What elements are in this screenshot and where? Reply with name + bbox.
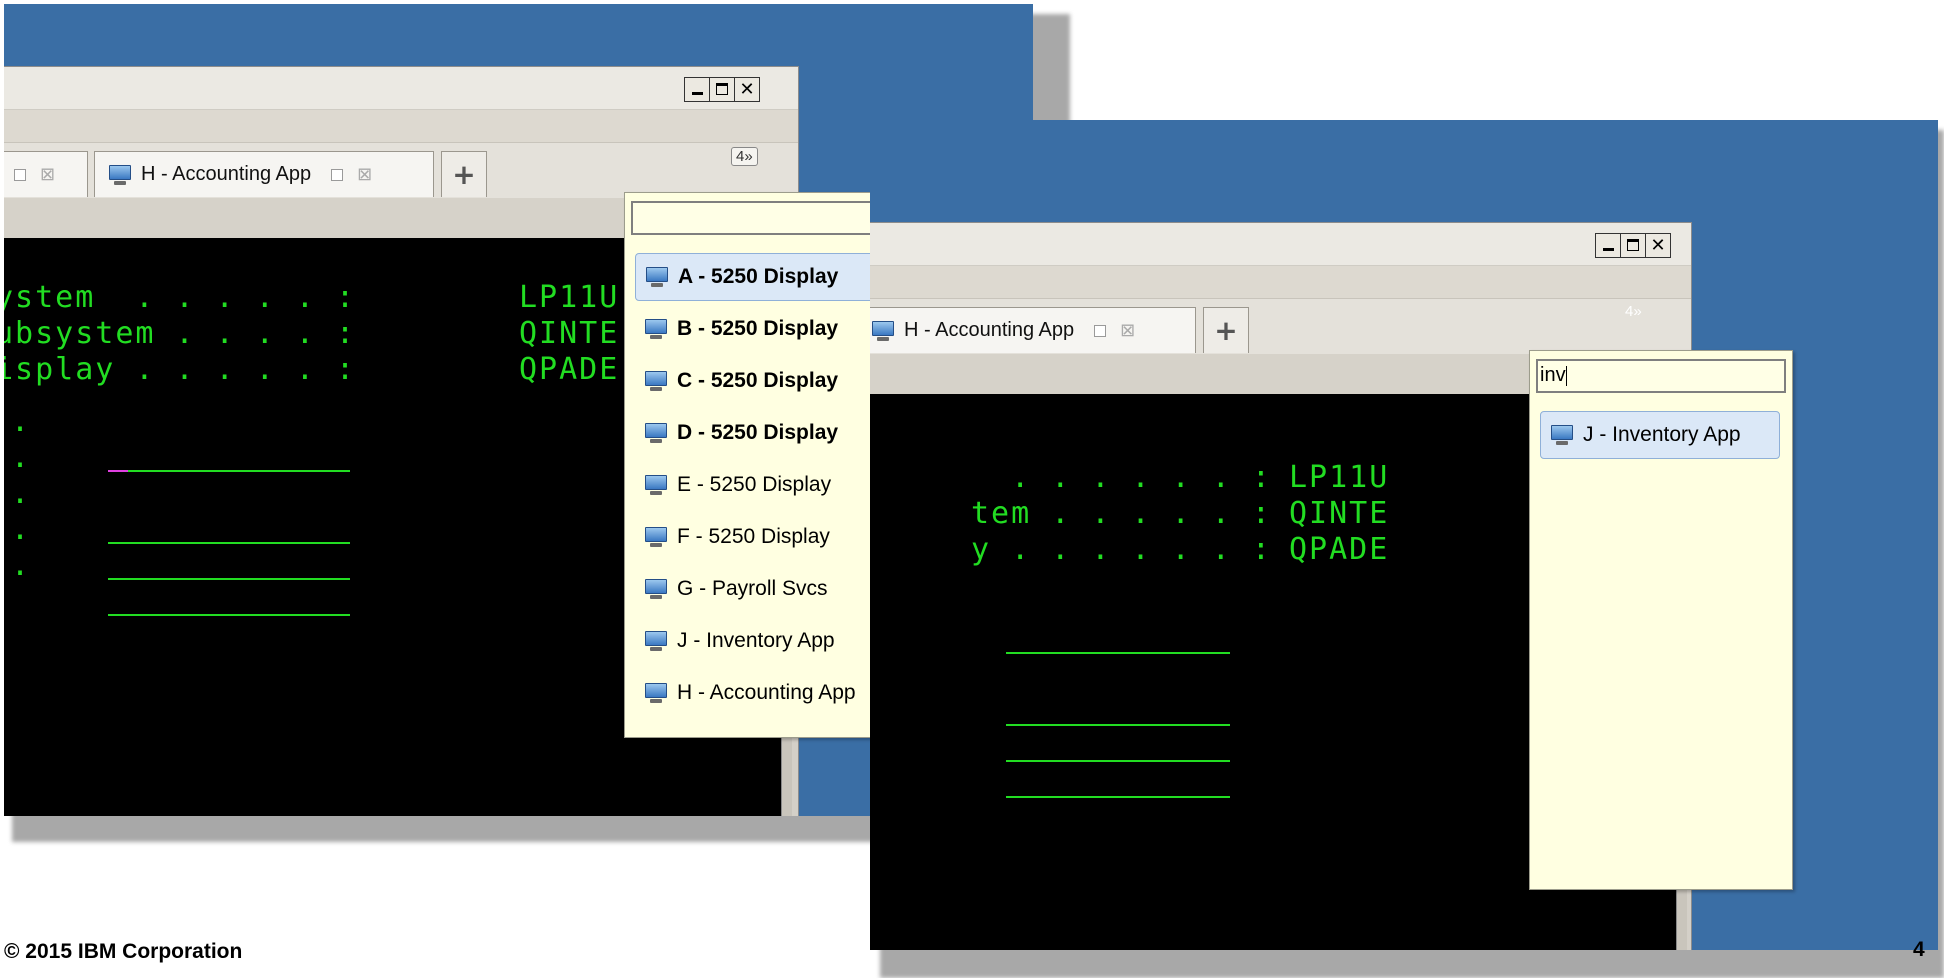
session-label: A - 5250 Display: [678, 265, 839, 288]
title-bar: ✕: [4, 67, 798, 110]
session-switcher-popup: A - 5250 Display B - 5250 Display C - 52…: [624, 192, 890, 738]
monitor-icon: [643, 474, 669, 496]
monitor-icon: [643, 422, 669, 444]
monitor-icon: [643, 318, 669, 340]
session-item[interactable]: J - Inventory App: [635, 617, 835, 665]
monitor-icon: [643, 370, 669, 392]
session-item[interactable]: C - 5250 Display: [635, 357, 838, 405]
session-label: J - Inventory App: [1583, 423, 1741, 446]
session-item[interactable]: E - 5250 Display: [635, 461, 831, 509]
tab-restore-icon[interactable]: [14, 168, 26, 181]
session-item[interactable]: J - Inventory App: [1540, 411, 1780, 459]
tab-label: H - Accounting App: [904, 319, 1075, 341]
monitor-icon: [870, 320, 896, 342]
terminal-dots: . . . . .: [11, 404, 32, 583]
close-button[interactable]: ✕: [734, 77, 760, 102]
monitor-icon: [643, 682, 669, 704]
terminal-row-value: QINTE: [1289, 496, 1390, 531]
new-tab-button[interactable]: +: [1203, 307, 1249, 353]
terminal-input-field[interactable]: [1006, 760, 1230, 762]
session-item[interactable]: D - 5250 Display: [635, 409, 838, 457]
terminal-input-field[interactable]: [1006, 796, 1230, 798]
session-label: F - 5250 Display: [677, 525, 830, 548]
terminal-row-value: LP11U: [519, 280, 620, 315]
terminal-cursor: [108, 470, 128, 472]
title-bar: ✕: [870, 223, 1691, 266]
monitor-icon: [643, 578, 669, 600]
session-label: C - 5250 Display: [677, 369, 839, 392]
right-screenshot: ✕ H - Accounting App ⊠ + 4» . . . . . . …: [870, 120, 1938, 950]
monitor-icon: [643, 630, 669, 652]
maximize-button[interactable]: [709, 77, 735, 102]
session-label: J - Inventory App: [677, 629, 835, 652]
session-item[interactable]: A - 5250 Display: [635, 253, 877, 301]
tab-overflow-indicator[interactable]: 4»: [1621, 303, 1646, 320]
close-button[interactable]: ✕: [1645, 233, 1671, 258]
tab-restore-icon[interactable]: [331, 168, 344, 181]
window-controls: ✕: [1595, 233, 1671, 258]
tab-accounting-app[interactable]: H - Accounting App ⊠: [870, 307, 1196, 353]
copyright-text: © 2015 IBM Corporation: [4, 940, 243, 963]
menu-bar: [870, 266, 1691, 298]
tab-accounting-app[interactable]: H - Accounting App ⊠: [94, 151, 434, 197]
terminal-input-field[interactable]: [128, 470, 350, 472]
session-item[interactable]: B - 5250 Display: [635, 305, 838, 353]
session-label: G - Payroll Svcs: [677, 577, 828, 600]
terminal-input-field[interactable]: [108, 614, 350, 616]
tab-close-icon[interactable]: ⊠: [1120, 320, 1135, 341]
session-item[interactable]: F - 5250 Display: [635, 513, 830, 561]
tab-restore-icon[interactable]: [1094, 324, 1107, 337]
monitor-icon: [1549, 424, 1575, 446]
session-filter-input[interactable]: [631, 201, 881, 235]
session-label: H - Accounting App: [677, 681, 856, 704]
text-caret: [1565, 365, 1567, 386]
session-filter-value: inv: [1540, 364, 1566, 386]
window-controls: ✕: [684, 77, 760, 102]
terminal-input-field[interactable]: [1006, 724, 1230, 726]
terminal-input-field[interactable]: [108, 542, 350, 544]
terminal-row-value: QINTE: [519, 316, 620, 351]
session-label: E - 5250 Display: [677, 473, 832, 496]
menu-bar: [4, 110, 798, 142]
terminal-input-field[interactable]: [1006, 652, 1230, 654]
maximize-button[interactable]: [1620, 233, 1646, 258]
tab-close-icon[interactable]: ⊠: [40, 164, 55, 185]
terminal-row-label: . . . . . . :: [971, 460, 1272, 495]
minimize-button[interactable]: [684, 77, 710, 102]
minimize-button[interactable]: [1595, 233, 1621, 258]
monitor-icon: [107, 164, 133, 186]
new-tab-button[interactable]: +: [441, 151, 487, 197]
session-filter-input[interactable]: inv: [1536, 359, 1786, 393]
monitor-icon: [644, 266, 670, 288]
terminal-row-label: ystem . . . . . :: [4, 280, 357, 315]
terminal-row-value: LP11U: [1289, 460, 1390, 495]
session-item[interactable]: G - Payroll Svcs: [635, 565, 828, 613]
session-label: B - 5250 Display: [677, 317, 839, 340]
session-label: D - 5250 Display: [677, 421, 839, 444]
tab-previous[interactable]: ⊠: [4, 151, 88, 197]
terminal-row-value: QPADE: [1289, 532, 1390, 567]
tab-overflow-indicator[interactable]: 4»: [731, 147, 758, 166]
session-switcher-popup: inv J - Inventory App: [1529, 350, 1793, 890]
monitor-icon: [643, 526, 669, 548]
terminal-input-field[interactable]: [108, 578, 350, 580]
session-item[interactable]: H - Accounting App: [635, 669, 856, 717]
terminal-row-label: ubsystem . . . . :: [4, 316, 357, 351]
tab-close-icon[interactable]: ⊠: [357, 164, 372, 185]
terminal-row-label: tem . . . . . :: [971, 496, 1272, 531]
page-number: 4: [1913, 938, 1925, 961]
tab-label: H - Accounting App: [141, 163, 312, 185]
terminal-row-label: y . . . . . . :: [971, 532, 1272, 567]
terminal-row-value: QPADE: [519, 352, 620, 387]
terminal-row-label: isplay . . . . . :: [4, 352, 357, 387]
tab-strip: H - Accounting App ⊠ + 4»: [870, 298, 1691, 356]
